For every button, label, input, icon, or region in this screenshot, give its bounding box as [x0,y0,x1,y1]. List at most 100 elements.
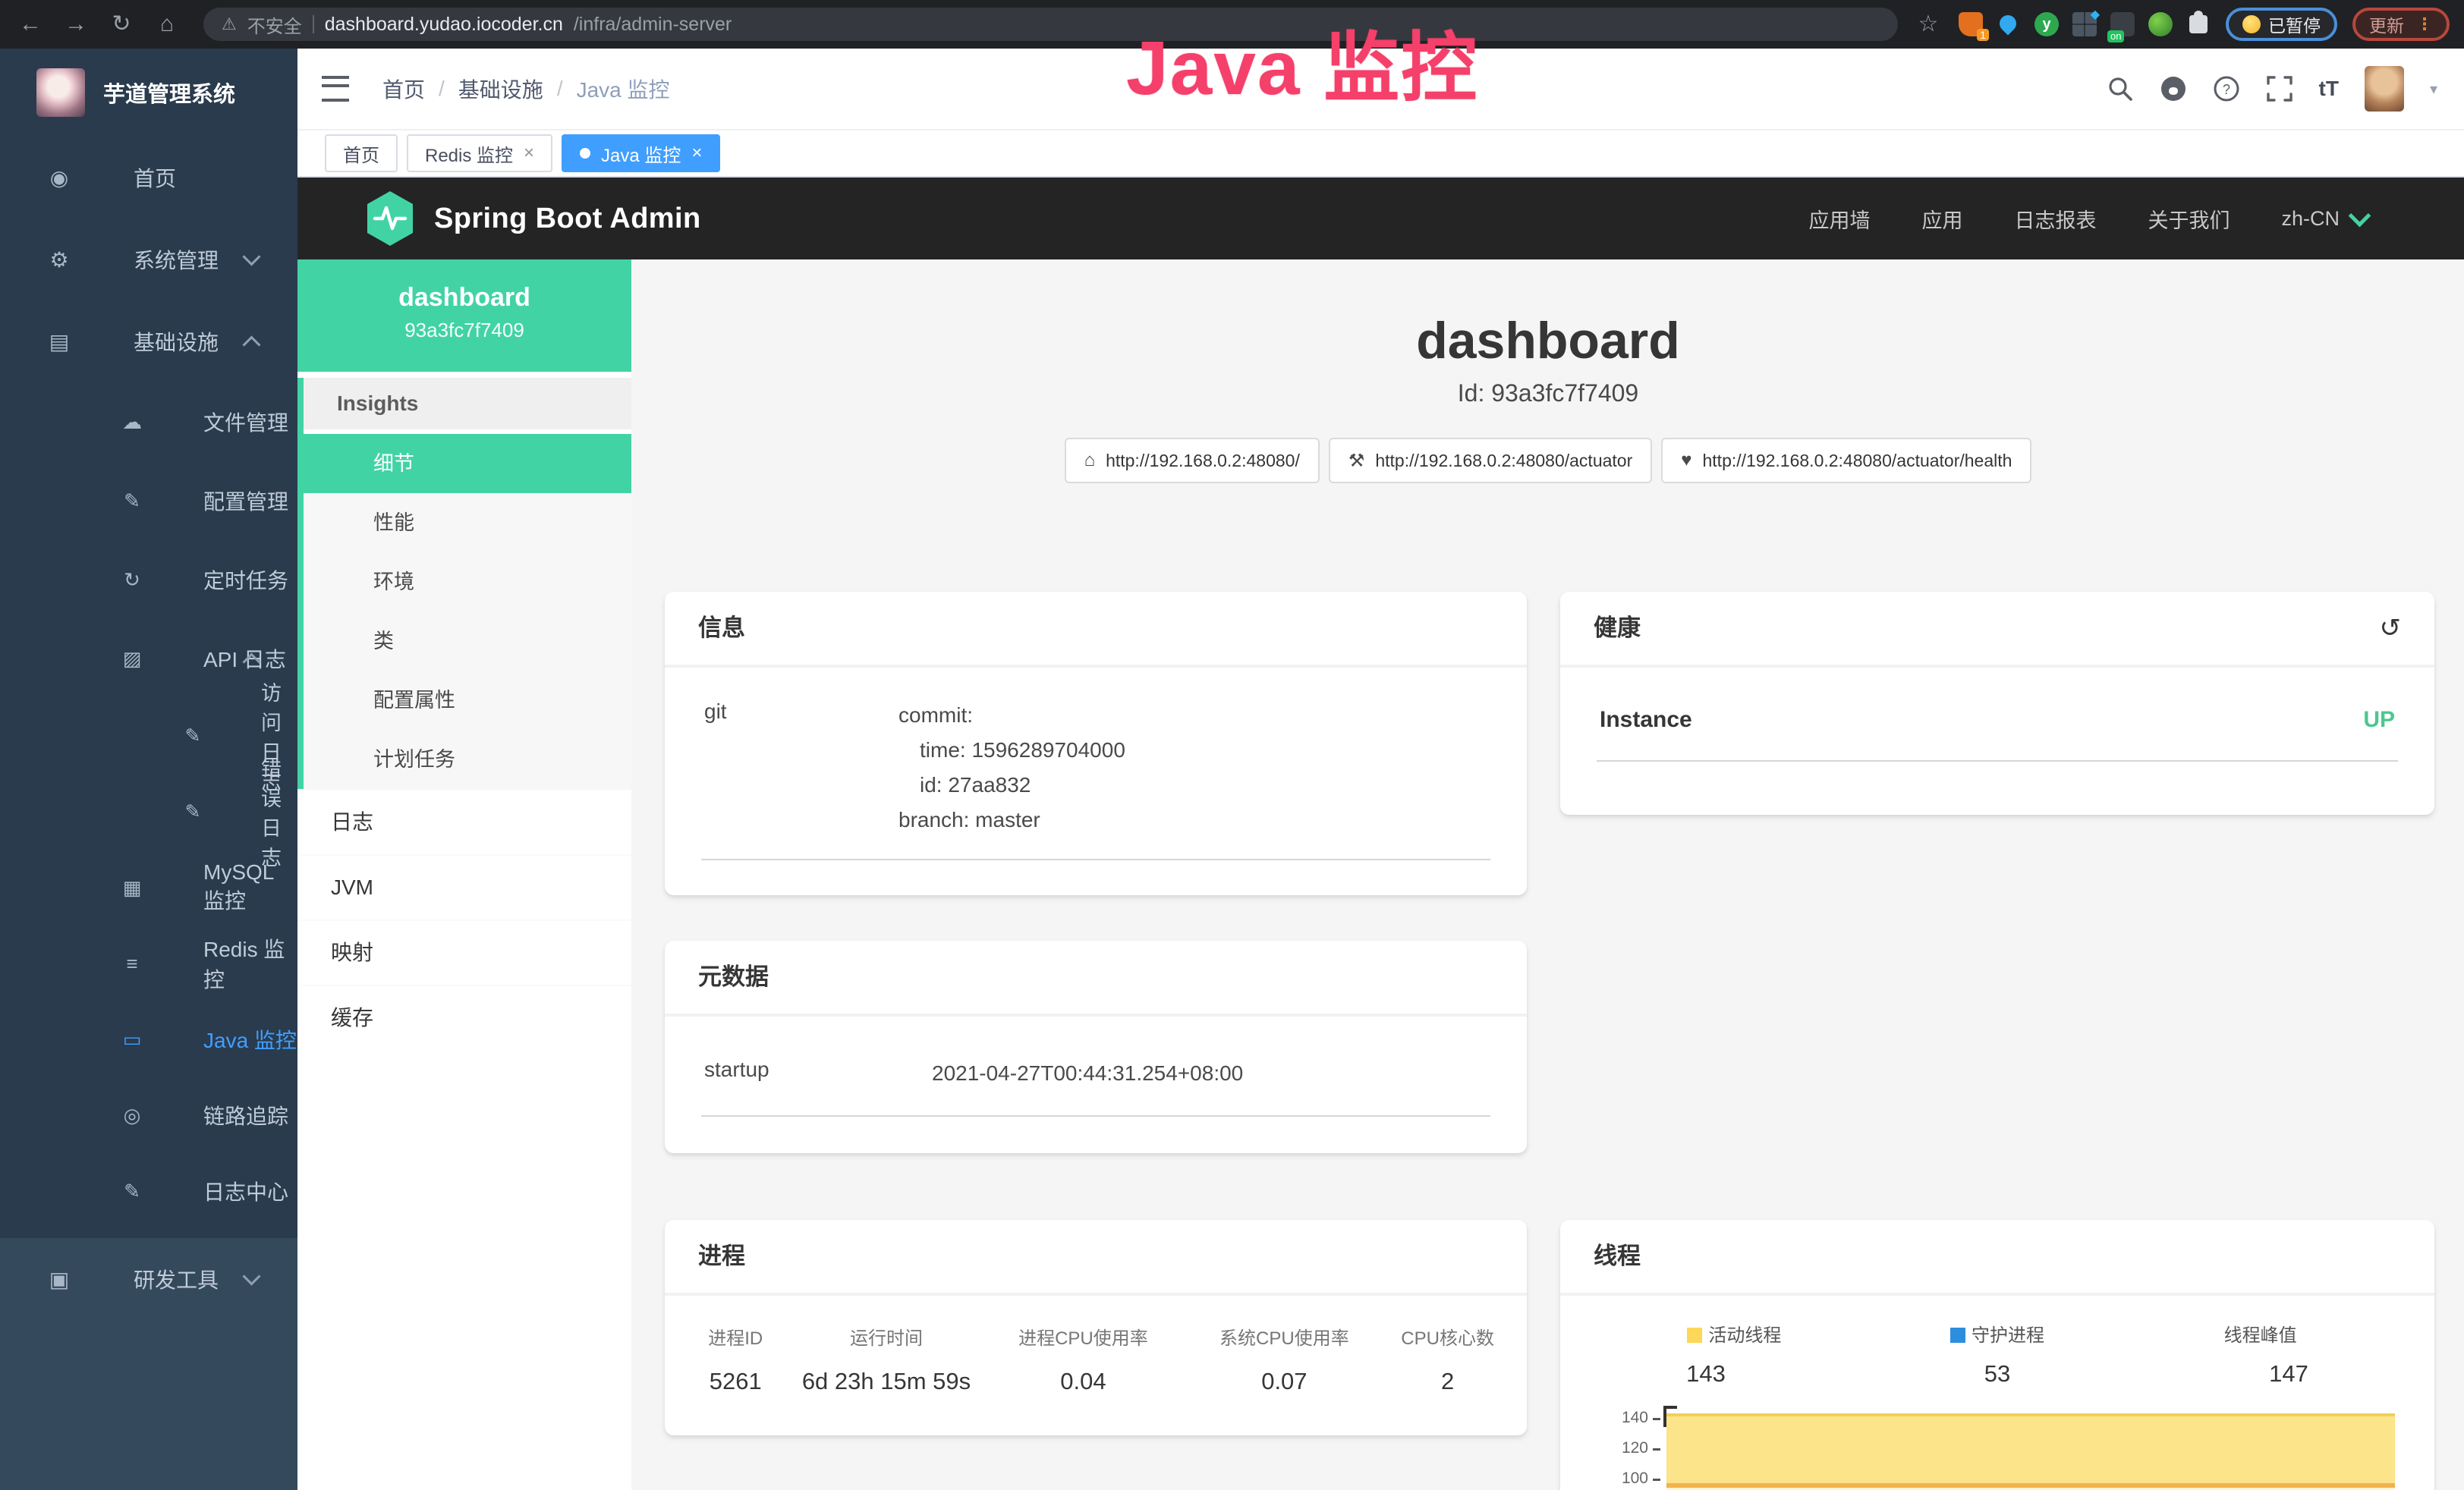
sba-nav-about[interactable]: 关于我们 [2148,204,2230,234]
sba-item-logging[interactable]: 日志 [297,789,631,854]
profile-paused-chip[interactable]: 已暂停 [2226,8,2337,41]
search-icon[interactable] [2107,75,2134,102]
chevron-down-icon [242,1267,260,1285]
github-icon[interactable] [2160,75,2187,102]
health-url-button[interactable]: ♥ http://192.168.0.2:48080/actuator/heal… [1661,438,2031,483]
uptime-value: 6d 23h 15m 59s [795,1368,979,1395]
breadcrumb-separator: / [557,77,563,101]
page-title: dashboard [631,311,2464,370]
sba-item-jvm[interactable]: JVM [297,854,631,919]
sba-navbar: Spring Boot Admin 应用墙 应用 日志报表 关于我们 zh-CN [297,178,2464,259]
sba-nav-journal[interactable]: 日志报表 [2014,204,2096,234]
threads-legend: 活动线程 守护进程 线程峰值 [1560,1296,2434,1347]
process-card: 进程 进程ID 5261 运行时间 6d 23h 15m 59s 进程CPU使用… [665,1220,1527,1435]
service-url-button[interactable]: ⌂ http://192.168.0.2:48080/ [1065,438,1320,483]
browser-menu-kebab-icon[interactable]: ⋮ [2416,14,2433,34]
card-title: 线程 [1594,1220,1641,1293]
help-icon[interactable]: ? [2213,75,2240,102]
sba-item-caches[interactable]: 缓存 [297,985,631,1050]
process-cpu-value: 0.04 [978,1368,1188,1395]
sidebar-item-error-logs[interactable]: ✎ 错误日志 [0,774,297,850]
active-dot-icon [580,148,590,159]
breadcrumb-home[interactable]: 首页 [382,74,425,104]
tab-home[interactable]: 首页 [325,134,398,172]
actuator-url-button[interactable]: ⚒ http://192.168.0.2:48080/actuator [1329,438,1652,483]
stack-icon: ≡ [118,952,146,976]
app-title: 芋道管理系统 [103,77,235,108]
sba-locale-select[interactable]: zh-CN [2281,207,2368,231]
browser-home-icon[interactable]: ⌂ [152,0,182,49]
page-instance-id: Id: 93a3fc7f7409 [631,379,2464,407]
browser-reload-icon[interactable]: ↻ [106,0,137,49]
security-label[interactable]: 不安全 [247,11,302,38]
fullscreen-icon[interactable] [2266,75,2293,102]
puzzle-extensions-icon[interactable] [2186,12,2211,36]
address-bar[interactable]: ⚠ 不安全 dashboard.yudao.iocoder.cn/infra/a… [203,8,1898,41]
sidebar-item-tracing[interactable]: ◎ 链路追踪 [0,1077,297,1153]
home-icon: ⌂ [1084,450,1096,471]
sba-item-config-props[interactable]: 配置属性 [304,671,631,730]
sidebar-item-log-center[interactable]: ✎ 日志中心 [0,1153,297,1229]
info-card: 信息 git commit: time: 1596289704000 id: 2… [665,592,1527,895]
grid-extension-icon[interactable]: ◆ [2072,12,2097,36]
y-tick-140: 140 [1603,1409,1648,1427]
row-value: 2021-04-27T00:44:31.254+08:00 [932,1056,1243,1091]
sidebar-item-mysql-monitor[interactable]: ▦ MySQL 监控 [0,850,297,926]
text-size-icon[interactable]: tT [2319,77,2339,101]
app-logo[interactable]: 芋道管理系统 [0,49,297,137]
tab-java-monitor[interactable]: Java 监控 × [562,134,720,172]
sidebar-item-api-logs[interactable]: ▨ API 日志 [0,619,297,698]
sba-brand[interactable]: Spring Boot Admin [364,190,701,247]
url-host: dashboard.yudao.iocoder.cn [325,14,563,36]
switch-extension-icon[interactable]: on [2110,12,2135,36]
sidebar-item-infrastructure[interactable]: ▤ 基础设施 [0,300,297,382]
process-card-header: 进程 [665,1220,1527,1296]
shield-extension-icon[interactable]: 1 [1959,12,1983,36]
tick-mark [1653,1418,1660,1420]
sidebar-item-file-management[interactable]: ☁ 文件管理 [0,382,297,461]
sba-item-classes[interactable]: 类 [304,611,631,671]
browser-update-button[interactable]: 更新 ⋮ [2352,8,2450,41]
avatar[interactable] [2365,66,2404,112]
git-branch-line: branch: master [898,803,1125,838]
sba-item-details[interactable]: 细节 [304,434,631,493]
sba-item-mappings[interactable]: 映射 [297,919,631,985]
browser-forward-icon[interactable]: → [61,0,91,49]
leaf-extension-icon[interactable] [2148,12,2173,36]
actuator-url: http://192.168.0.2:48080/actuator [1375,451,1632,471]
monitor-icon: ▤ [46,329,73,354]
screen-icon: ▭ [118,1028,146,1051]
browser-back-icon[interactable]: ← [15,0,46,49]
tab-redis-monitor[interactable]: Redis 监控 × [407,134,552,172]
breadcrumb-infrastructure[interactable]: 基础设施 [458,74,543,104]
insecure-warning-icon: ⚠ [222,14,237,34]
sba-item-metrics[interactable]: 性能 [304,493,631,552]
green-v-extension-icon[interactable]: y [2034,12,2059,36]
breadcrumb: 首页 / 基础设施 / Java 监控 [382,74,670,104]
sidebar-item-config-management[interactable]: ✎ 配置管理 [0,461,297,540]
sidebar-item-home[interactable]: ◉ 首页 [0,137,297,218]
sba-nav-applications[interactable]: 应用 [1921,204,1962,234]
sidebar-item-dev-tools[interactable]: ▣ 研发工具 [0,1238,297,1320]
pin-extension-icon[interactable] [1997,12,2021,36]
sba-item-environment[interactable]: 环境 [304,552,631,611]
sidebar-item-access-logs[interactable]: ✎ 访问日志 [0,698,297,774]
avatar-caret-down-icon[interactable]: ▾ [2430,80,2437,99]
sidebar-item-label: 文件管理 [203,407,288,437]
close-icon[interactable]: × [524,143,534,164]
sidebar-item-label: 配置管理 [203,486,288,516]
sidebar-item-scheduled-jobs[interactable]: ↻ 定时任务 [0,540,297,619]
sba-instance-sidebar: dashboard 93a3fc7f7409 Insights 细节 性能 环境… [297,259,631,1490]
update-label: 更新 [2369,11,2404,37]
sidebar-item-label: 定时任务 [203,564,288,595]
hamburger-menu-icon[interactable] [322,76,349,102]
close-icon[interactable]: × [691,143,702,164]
sidebar-item-redis-monitor[interactable]: ≡ Redis 监控 [0,926,297,1001]
sidebar-item-system-management[interactable]: ⚙ 系统管理 [0,218,297,300]
history-icon[interactable]: ↺ [2380,592,2402,665]
app-sidebar: 芋道管理系统 ◉ 首页 ⚙ 系统管理 ▤ 基础设施 ☁ 文件管理 ✎ 配置管理 … [0,49,297,1490]
bookmark-star-icon[interactable]: ☆ [1913,0,1943,49]
sba-item-scheduled-tasks[interactable]: 计划任务 [304,730,631,789]
sba-nav-wallboard[interactable]: 应用墙 [1808,204,1870,234]
sidebar-item-java-monitor[interactable]: ▭ Java 监控 [0,1001,297,1077]
